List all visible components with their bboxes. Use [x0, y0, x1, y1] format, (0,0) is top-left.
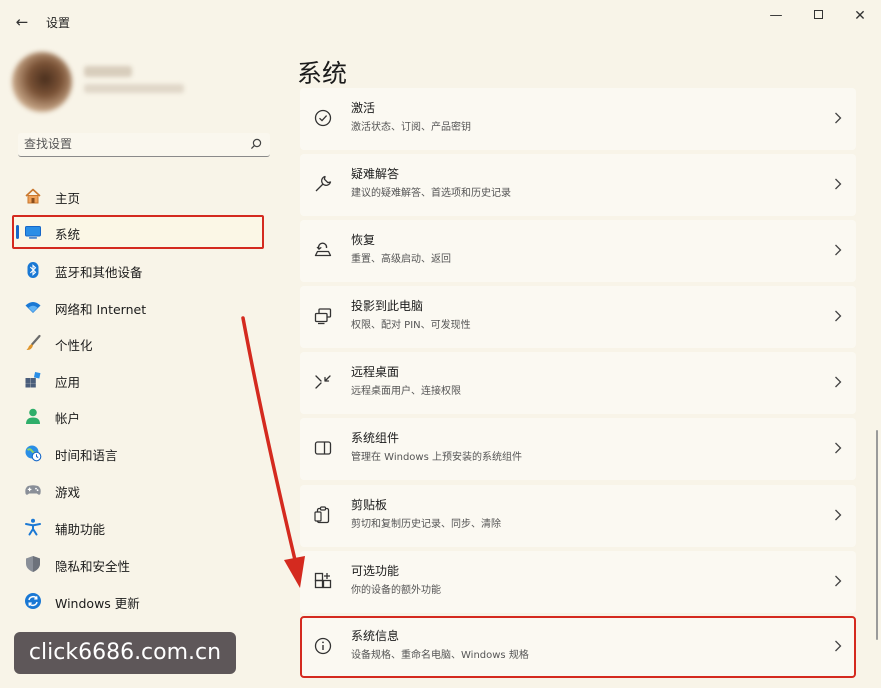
optional-features-icon	[314, 572, 332, 589]
close-icon[interactable]: ✕	[848, 6, 872, 26]
settings-item-title: 恢复	[351, 233, 376, 247]
clipboard-icon	[314, 506, 330, 524]
settings-item-subtitle: 建议的疑难解答、首选项和历史记录	[351, 188, 511, 199]
check-circle-icon	[314, 109, 332, 127]
title-bar: ← 设置 — ✕	[0, 0, 881, 44]
sidebar-item-label: 辅助功能	[55, 522, 106, 537]
sidebar-item-label: 系统	[55, 227, 81, 242]
sidebar-item-apps[interactable]: 应用	[12, 363, 264, 397]
settings-item-troubleshoot[interactable]: 疑难解答 建议的疑难解答、首选项和历史记录	[300, 154, 856, 216]
scrollbar[interactable]	[876, 430, 878, 640]
sidebar-item-bluetooth[interactable]: 蓝牙和其他设备	[12, 253, 264, 287]
brush-icon	[26, 334, 41, 351]
globe-clock-icon	[25, 445, 42, 462]
settings-item-title: 剪贴板	[351, 498, 388, 512]
components-icon	[314, 441, 332, 455]
search-icon[interactable]	[248, 136, 264, 152]
project-icon	[314, 308, 332, 325]
home-icon	[25, 188, 41, 204]
settings-item-title: 激活	[351, 101, 376, 115]
sidebar-item-personalization[interactable]: 个性化	[12, 326, 264, 360]
sidebar-item-label: Windows 更新	[55, 596, 140, 611]
recovery-icon	[314, 242, 332, 257]
sidebar-item-label: 帐户	[55, 411, 81, 426]
settings-item-subtitle: 激活状态、订阅、产品密钥	[351, 122, 471, 133]
chevron-right-icon	[835, 310, 842, 322]
sidebar-item-home[interactable]: 主页	[12, 179, 264, 213]
settings-item-remote-desktop[interactable]: 远程桌面 远程桌面用户、连接权限	[300, 352, 856, 414]
app-title: 设置	[46, 16, 71, 30]
page-title: 系统	[297, 59, 348, 88]
sidebar-item-accessibility[interactable]: 辅助功能	[12, 510, 264, 544]
maximize-icon[interactable]	[806, 6, 830, 26]
sidebar-item-time-language[interactable]: 时间和语言	[12, 436, 264, 470]
search-input[interactable]	[24, 133, 244, 155]
sidebar-item-label: 应用	[55, 375, 81, 390]
chevron-right-icon	[835, 575, 842, 587]
apps-icon	[25, 372, 41, 388]
sidebar-item-accounts[interactable]: 帐户	[12, 399, 264, 433]
minimize-icon[interactable]: —	[764, 6, 788, 26]
sidebar-item-label: 主页	[55, 191, 81, 206]
update-icon	[25, 593, 41, 609]
settings-item-subtitle: 权限、配对 PIN、可发现性	[351, 320, 471, 331]
selection-indicator	[16, 225, 19, 239]
settings-item-title: 系统组件	[351, 431, 400, 445]
search-box[interactable]	[18, 133, 270, 157]
sidebar-item-label: 网络和 Internet	[55, 302, 147, 317]
settings-item-optional-features[interactable]: 可选功能 你的设备的额外功能	[300, 551, 856, 613]
accessibility-icon	[25, 518, 41, 536]
chevron-right-icon	[835, 112, 842, 124]
watermark: click6686.com.cn	[14, 632, 236, 674]
sidebar-item-label: 时间和语言	[55, 448, 118, 463]
sidebar-item-label: 个性化	[55, 338, 93, 353]
sidebar-item-windows-update[interactable]: Windows 更新	[12, 584, 264, 618]
user-name-blurred	[84, 66, 132, 77]
settings-item-title: 远程桌面	[351, 365, 400, 379]
sidebar-item-network[interactable]: 网络和 Internet	[12, 290, 264, 324]
wrench-icon	[315, 175, 332, 192]
shield-icon	[26, 556, 40, 572]
wifi-icon	[25, 302, 41, 313]
remote-desktop-icon	[315, 375, 331, 389]
settings-item-system-components[interactable]: 系统组件 管理在 Windows 上预安装的系统组件	[300, 418, 856, 480]
settings-item-subtitle: 你的设备的额外功能	[351, 585, 441, 596]
chevron-right-icon	[835, 442, 842, 454]
system-display-icon	[25, 226, 41, 239]
settings-item-title: 系统信息	[351, 629, 400, 643]
settings-item-about[interactable]: 系统信息 设备规格、重命名电脑、Windows 规格	[300, 616, 856, 678]
chevron-right-icon	[835, 509, 842, 521]
chevron-right-icon	[835, 376, 842, 388]
gamepad-icon	[25, 485, 41, 495]
settings-item-subtitle: 设备规格、重命名电脑、Windows 规格	[351, 650, 529, 661]
back-arrow-icon[interactable]: ←	[10, 10, 34, 34]
settings-item-project[interactable]: 投影到此电脑 权限、配对 PIN、可发现性	[300, 286, 856, 348]
sidebar-item-gaming[interactable]: 游戏	[12, 473, 264, 507]
settings-item-subtitle: 重置、高级启动、返回	[351, 254, 451, 265]
sidebar-item-label: 隐私和安全性	[55, 559, 131, 574]
sidebar-item-label: 蓝牙和其他设备	[55, 265, 143, 280]
bluetooth-icon	[27, 262, 39, 278]
sidebar-item-label: 游戏	[55, 485, 81, 500]
settings-item-subtitle: 管理在 Windows 上预安装的系统组件	[351, 452, 522, 463]
settings-item-title: 投影到此电脑	[351, 299, 424, 313]
chevron-right-icon	[835, 244, 842, 256]
settings-item-clipboard[interactable]: 剪贴板 剪切和复制历史记录、同步、清除	[300, 485, 856, 547]
chevron-right-icon	[835, 640, 842, 652]
settings-item-title: 可选功能	[351, 564, 400, 578]
user-email-blurred	[84, 84, 184, 93]
settings-item-subtitle: 远程桌面用户、连接权限	[351, 386, 461, 397]
settings-item-activation[interactable]: 激活 激活状态、订阅、产品密钥	[300, 88, 856, 150]
avatar[interactable]	[12, 52, 72, 112]
settings-item-recovery[interactable]: 恢复 重置、高级启动、返回	[300, 220, 856, 282]
sidebar-item-system[interactable]: 系统	[12, 215, 264, 249]
settings-item-title: 疑难解答	[351, 167, 400, 181]
account-icon	[26, 408, 40, 424]
sidebar-item-privacy[interactable]: 隐私和安全性	[12, 547, 264, 581]
chevron-right-icon	[835, 178, 842, 190]
info-icon	[314, 637, 332, 655]
settings-item-subtitle: 剪切和复制历史记录、同步、清除	[351, 519, 501, 530]
